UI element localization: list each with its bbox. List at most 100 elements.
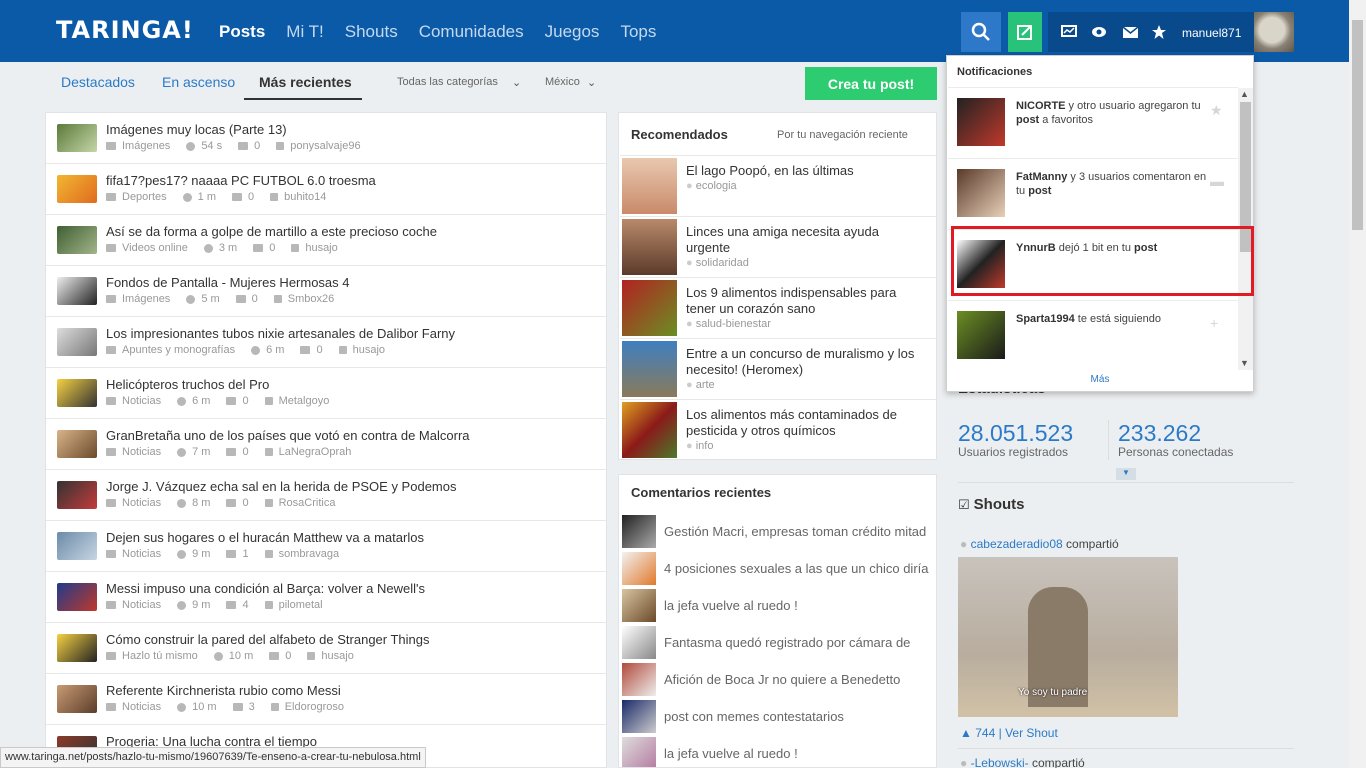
notification-user[interactable]: FatManny [1016,171,1067,183]
star-icon[interactable] [1144,12,1174,52]
notification-post-link[interactable]: post [1028,185,1051,197]
post-category[interactable]: Imágenes [122,140,170,152]
post-thumbnail[interactable] [57,532,97,560]
comment-text[interactable]: Afición de Boca Jr no quiere a Benedetto [664,672,900,687]
recommended-thumbnail[interactable] [622,402,677,458]
list-item[interactable]: Los impresionantes tubos nixie artesanal… [46,317,606,368]
recommended-item[interactable]: Los 9 alimentos indispensables para tene… [620,277,936,338]
notification-text[interactable]: Sparta1994 te está siguiendo [1016,312,1216,326]
recommended-thumbnail[interactable] [622,219,677,275]
post-category[interactable]: Noticias [122,548,161,560]
notification-avatar[interactable] [957,98,1005,146]
post-title[interactable]: Así se da forma a golpe de martillo a es… [106,224,437,239]
recommended-item[interactable]: Linces una amiga necesita ayuda urgente ●… [620,216,936,277]
post-author[interactable]: Metalgoyo [279,395,330,407]
comment-avatar[interactable] [622,626,656,659]
post-thumbnail[interactable] [57,685,97,713]
search-button[interactable] [961,12,1001,52]
list-item[interactable]: Messi impuso una condición al Barça: vol… [46,572,606,623]
recommended-title[interactable]: Linces una amiga necesita ayuda urgente [686,224,926,256]
nav-comunidades[interactable]: Comunidades [419,22,524,42]
post-author[interactable]: husajo [353,344,385,356]
nav-shouts[interactable]: Shouts [345,22,398,42]
tab-destacados[interactable]: Destacados [61,74,135,90]
list-item[interactable]: Jorge J. Vázquez echa sal en la herida d… [46,470,606,521]
comment-item[interactable]: Gestión Macri, empresas toman crédito mi… [620,513,936,550]
comment-item[interactable]: Afición de Boca Jr no quiere a Benedetto [620,661,936,698]
comment-avatar[interactable] [622,700,656,733]
eye-icon[interactable] [1084,12,1114,52]
post-author[interactable]: buhito14 [284,191,326,203]
post-author[interactable]: sombravaga [279,548,340,560]
post-thumbnail[interactable] [57,277,97,305]
post-author[interactable]: Eldorogroso [285,701,344,713]
post-author[interactable]: husajo [305,242,337,254]
post-author[interactable]: ponysalvaje96 [290,140,360,152]
notifications-more-link[interactable]: Más [947,374,1253,385]
post-category[interactable]: Imágenes [122,293,170,305]
post-author[interactable]: LaNegraOprah [279,446,352,458]
comment-text[interactable]: Fantasma quedó registrado por cámara de [664,635,910,650]
recommended-item[interactable]: El lago Poopó, en las últimas ● ecologia [620,155,936,216]
post-title[interactable]: Los impresionantes tubos nixie artesanal… [106,326,455,341]
recommended-title[interactable]: Los 9 alimentos indispensables para tene… [686,285,926,317]
notification-text[interactable]: FatManny y 3 usuarios comentaron en tu p… [1016,170,1216,198]
see-shout-link[interactable]: Ver Shout [1005,726,1058,740]
list-item[interactable]: Fondos de Pantalla - Mujeres Hermosas 4 I… [46,266,606,317]
post-thumbnail[interactable] [57,430,97,458]
post-author[interactable]: pilometal [279,599,323,611]
recommended-filter[interactable]: Por tu navegación reciente [777,129,908,141]
post-title[interactable]: Cómo construir la pared del alfabeto de … [106,632,430,647]
tab-en-ascenso[interactable]: En ascenso [162,74,235,90]
notification-item[interactable]: FatManny y 3 usuarios comentaron en tu p… [948,158,1238,228]
comment-avatar[interactable] [622,737,656,767]
comment-text[interactable]: 4 posiciones sexuales a las que un chico… [664,561,929,576]
list-item[interactable]: GranBretaña uno de los países que votó e… [46,419,606,470]
country-dropdown[interactable]: México [545,76,580,88]
recommended-item[interactable]: Los alimentos más contaminados de pestic… [620,399,936,460]
post-category[interactable]: Noticias [122,395,161,407]
scrollbar-thumb[interactable] [1352,20,1363,230]
list-item[interactable]: Así se da forma a golpe de martillo a es… [46,215,606,266]
notification-avatar[interactable] [957,169,1005,217]
recommended-title[interactable]: Entre a un concurso de muralismo y los n… [686,346,926,378]
list-item[interactable]: Helicópteros truchos del Pro Noticias 6 m 0… [46,368,606,419]
chevron-down-icon[interactable]: ▼ [1240,358,1249,368]
post-thumbnail[interactable] [57,379,97,407]
notification-item[interactable]: Sparta1994 te está siguiendo + [948,300,1238,370]
post-author[interactable]: husajo [321,650,353,662]
post-category[interactable]: Apuntes y monografías [122,344,235,356]
monitor-icon[interactable] [1054,12,1084,52]
nav-mi-t[interactable]: Mi T! [286,22,323,42]
list-item[interactable]: Dejen sus hogares o el huracán Matthew v… [46,521,606,572]
notification-text[interactable]: NICORTE y otro usuario agregaron tu post… [1016,99,1216,127]
like-icon[interactable]: ▲ [960,726,972,740]
post-author[interactable]: RosaCritica [279,497,336,509]
post-category[interactable]: Noticias [122,446,161,458]
post-author[interactable]: Smbox26 [288,293,334,305]
post-category[interactable]: Noticias [122,497,161,509]
notification-post-link[interactable]: post [1016,114,1039,126]
recommended-title[interactable]: El lago Poopó, en las últimas [686,163,926,179]
post-title[interactable]: Helicópteros truchos del Pro [106,377,269,392]
post-thumbnail[interactable] [57,634,97,662]
post-title[interactable]: Fondos de Pantalla - Mujeres Hermosas 4 [106,275,350,290]
comment-item[interactable]: la jefa vuelve al ruedo ! [620,587,936,624]
chevron-down-icon[interactable]: ⌄ [587,76,596,89]
post-title[interactable]: fifa17?pes17? naaaa PC FUTBOL 6.0 troesm… [106,173,376,188]
list-item[interactable]: Imágenes muy locas (Parte 13) Imágenes 54 … [46,113,606,164]
notification-user[interactable]: NICORTE [1016,100,1066,112]
post-category[interactable]: Noticias [122,599,161,611]
post-title[interactable]: Jorge J. Vázquez echa sal en la herida d… [106,479,456,494]
notification-avatar[interactable] [957,311,1005,359]
recommended-thumbnail[interactable] [622,280,677,336]
post-thumbnail[interactable] [57,328,97,356]
comment-item[interactable]: la jefa vuelve al ruedo ! [620,735,936,767]
page-scrollbar[interactable] [1349,0,1366,768]
post-thumbnail[interactable] [57,175,97,203]
chevron-down-icon[interactable]: ⌄ [512,76,521,89]
tab-mas-recientes[interactable]: Más recientes [259,74,352,90]
comment-avatar[interactable] [622,663,656,696]
comment-item[interactable]: 4 posiciones sexuales a las que un chico… [620,550,936,587]
post-title[interactable]: Messi impuso una condición al Barça: vol… [106,581,425,596]
